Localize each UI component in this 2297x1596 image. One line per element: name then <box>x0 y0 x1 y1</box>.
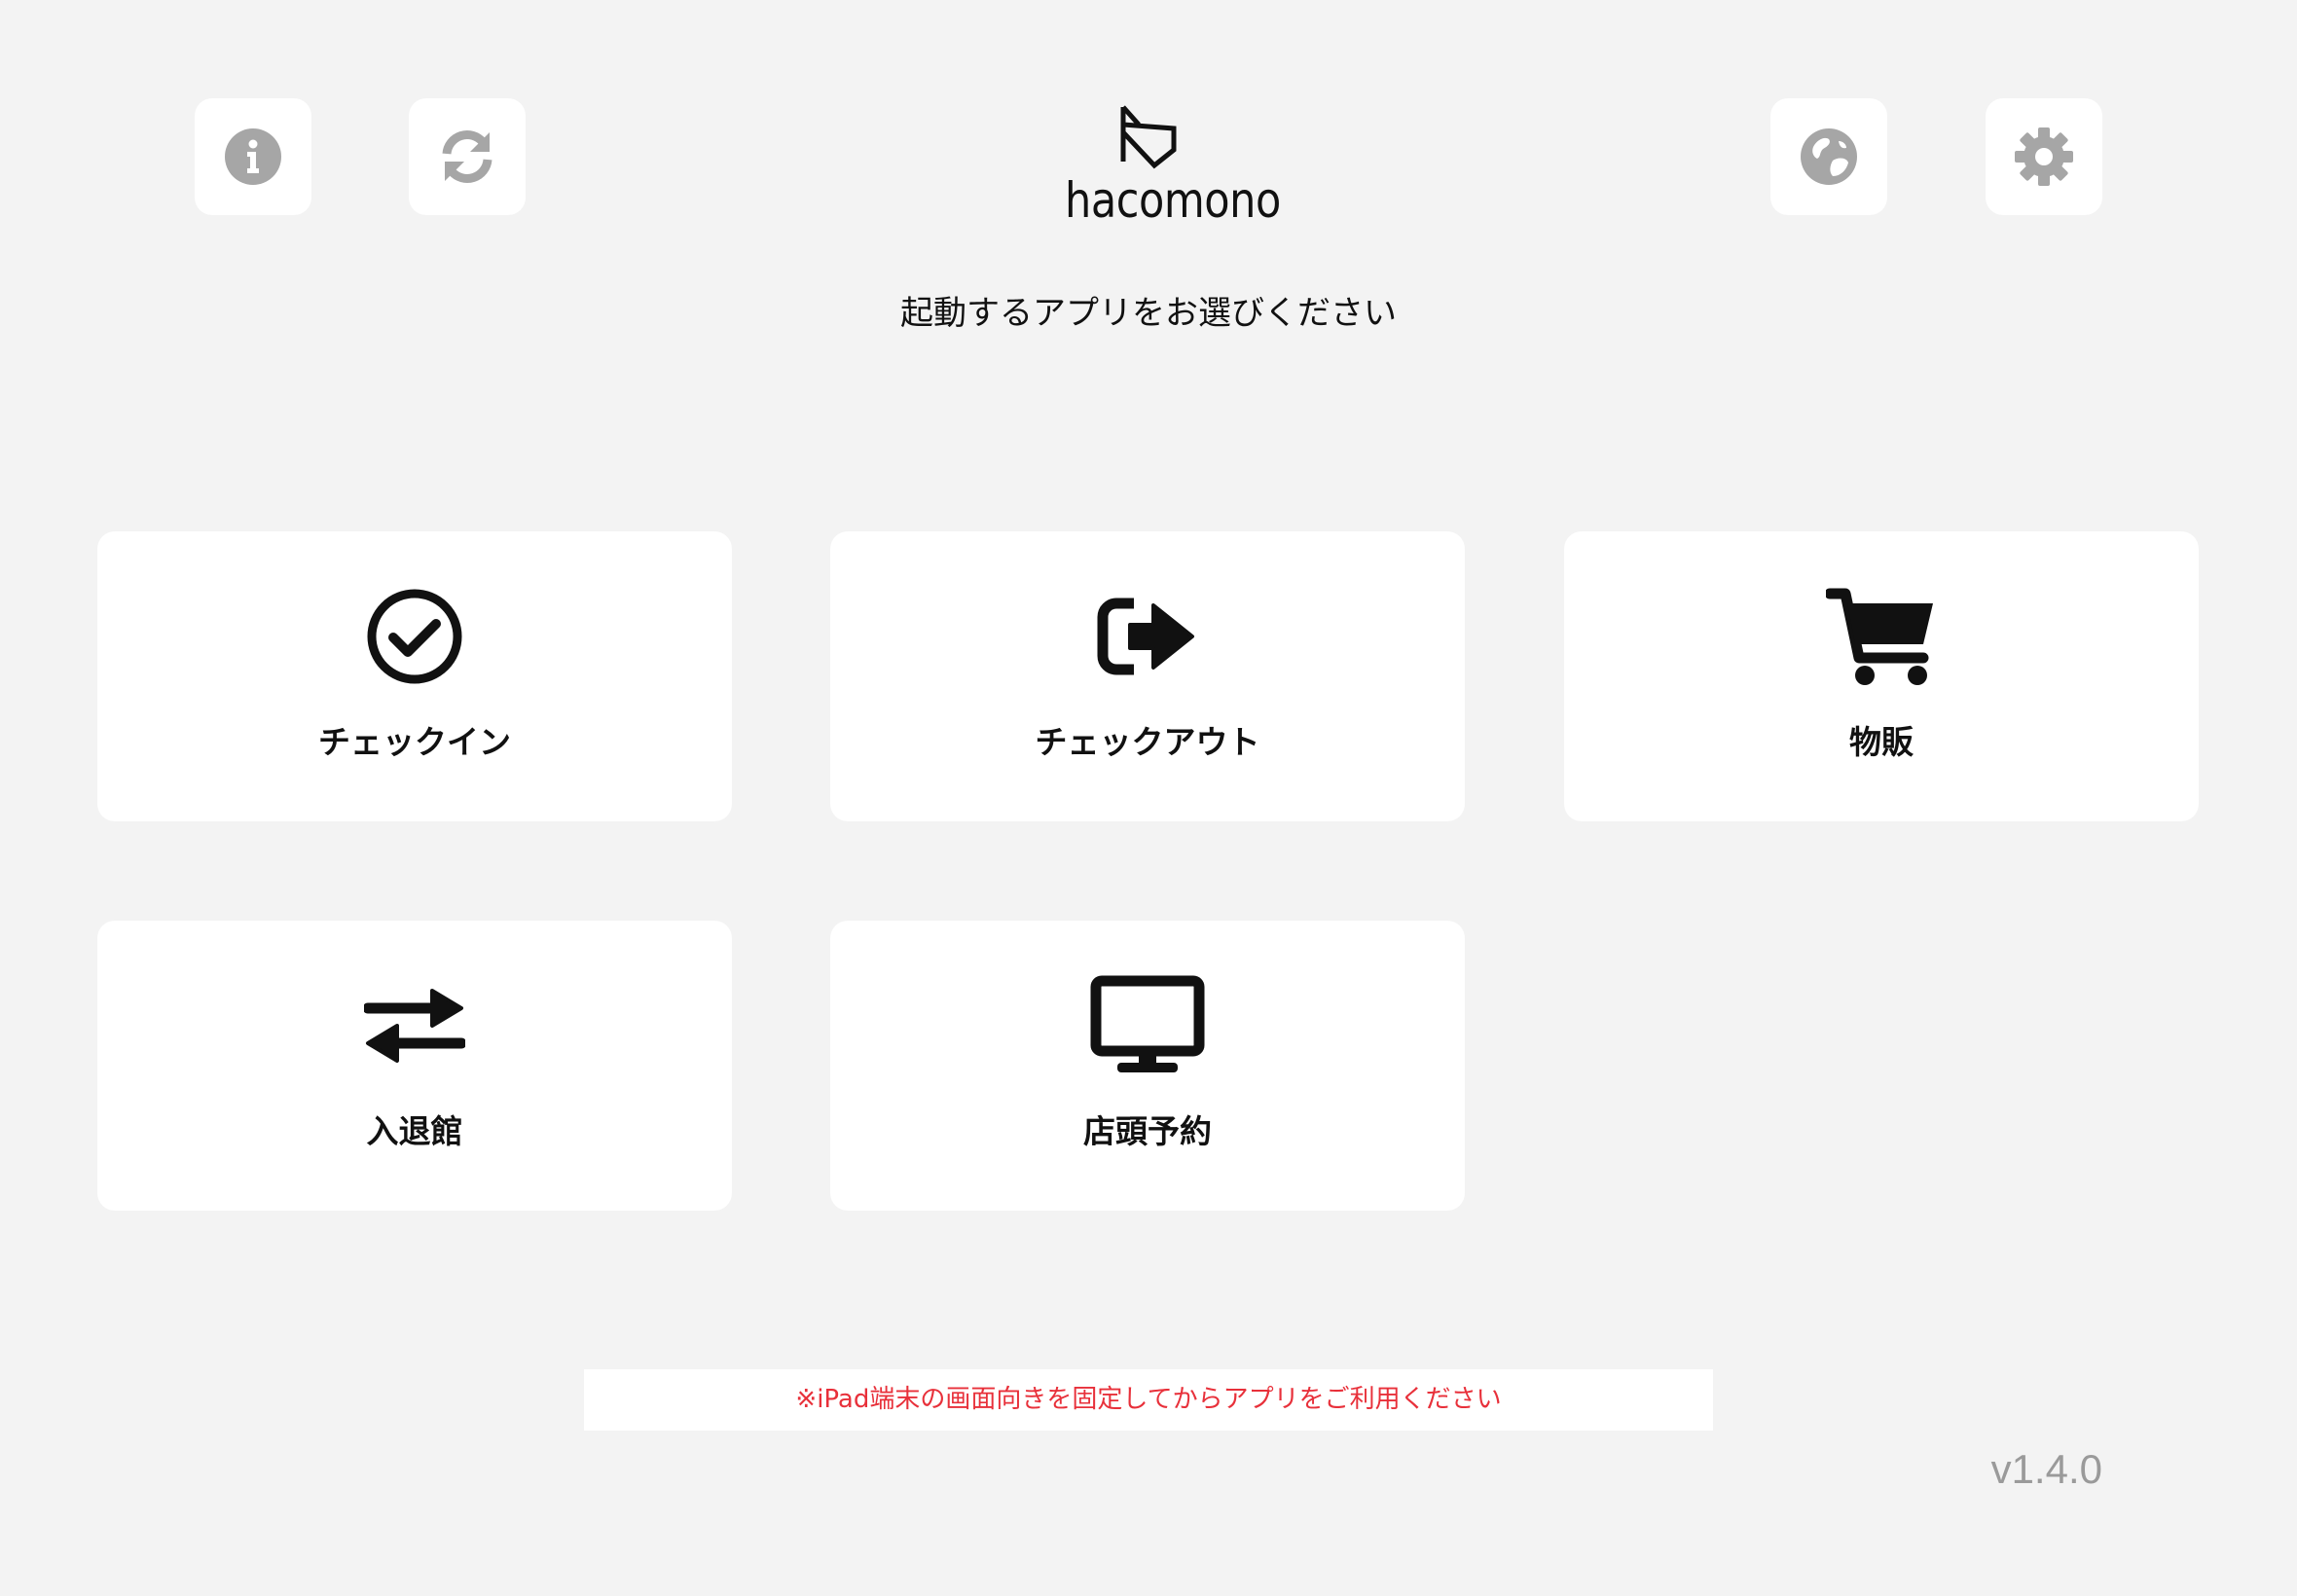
check-circle-icon <box>367 589 462 684</box>
refresh-button[interactable] <box>409 98 526 215</box>
info-button[interactable] <box>195 98 311 215</box>
shopping-cart-icon <box>1826 588 1933 685</box>
language-button[interactable] <box>1770 98 1887 215</box>
info-icon <box>225 128 281 185</box>
app-card-checkout[interactable]: チェックアウト <box>830 531 1465 821</box>
app-card-store-reservation[interactable]: 店頭予約 <box>830 921 1465 1211</box>
app-label-store-reservation: 店頭予約 <box>1083 1112 1212 1150</box>
exchange-arrows-icon <box>364 989 465 1063</box>
sign-out-icon <box>1097 598 1194 675</box>
logo-text: hacomono <box>1065 172 1281 229</box>
globe-icon <box>1801 128 1857 185</box>
orientation-notice: ※iPad端末の画面向きを固定してからアプリをご利用ください <box>584 1369 1713 1431</box>
monitor-icon <box>1090 975 1205 1072</box>
app-card-entry-exit[interactable]: 入退館 <box>97 921 732 1211</box>
app-label-retail: 物販 <box>1849 723 1914 761</box>
app-label-checkout: チェックアウト <box>1035 723 1260 761</box>
app-card-retail[interactable]: 物販 <box>1564 531 2199 821</box>
logo-mark <box>1120 105 1177 169</box>
app-label-entry-exit: 入退館 <box>366 1112 463 1150</box>
app-card-checkin[interactable]: チェックイン <box>97 531 732 821</box>
gear-icon <box>2015 127 2073 186</box>
hacomono-logo: hacomono <box>1051 103 1281 230</box>
page-subtitle: 起動するアプリをお選びください <box>900 294 1397 333</box>
settings-button[interactable] <box>1986 98 2102 215</box>
app-label-checkin: チェックイン <box>318 723 511 761</box>
refresh-icon <box>442 130 492 183</box>
app-version: v1.4.0 <box>1990 1446 2102 1492</box>
